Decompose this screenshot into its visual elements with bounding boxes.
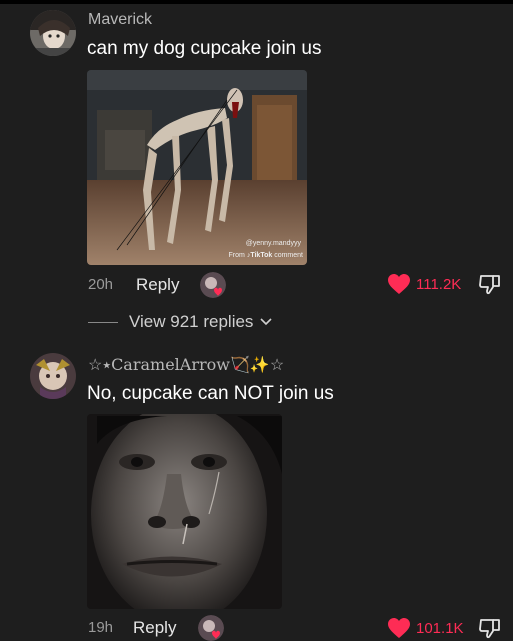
comment-image[interactable]: [87, 414, 282, 609]
username[interactable]: ☆٭CaramelArrow🏹✨☆: [88, 355, 284, 374]
creator-liked-avatar: [198, 615, 224, 641]
avatar[interactable]: [30, 353, 76, 399]
reply-button[interactable]: Reply: [136, 275, 179, 295]
reply-button[interactable]: Reply: [133, 618, 176, 638]
watermark-source: From ♪TikTok comment: [229, 252, 303, 259]
dislike-icon[interactable]: [478, 616, 502, 640]
timestamp: 20h: [88, 276, 114, 293]
comment-maverick: Maverick can my dog cupcake join us @yen…: [0, 0, 513, 340]
creator-liked-avatar: [200, 272, 226, 298]
like-count: 111.2K: [416, 276, 462, 293]
watermark-from: From: [228, 252, 245, 259]
timestamp: 19h: [88, 619, 114, 636]
avatar[interactable]: [30, 10, 76, 56]
replies-divider: [88, 322, 118, 323]
username[interactable]: Maverick: [88, 11, 152, 29]
like-count: 101.1K: [416, 620, 464, 637]
heart-icon[interactable]: [387, 273, 411, 295]
heart-icon[interactable]: [387, 617, 411, 639]
comment-text: No, cupcake can NOT join us: [87, 383, 334, 404]
view-replies-label: View 921 replies: [129, 312, 254, 331]
chevron-down-icon: [260, 312, 272, 332]
dislike-icon[interactable]: [478, 272, 502, 296]
view-replies-button[interactable]: View 921 replies: [129, 312, 272, 332]
watermark-suffix: comment: [274, 252, 303, 259]
comment-text: can my dog cupcake join us: [87, 38, 322, 59]
comment-caramelarrow: ☆٭CaramelArrow🏹✨☆ No, cupcake can NOT jo…: [0, 340, 513, 641]
comment-image[interactable]: @yenny.mandyyy From ♪TikTok comment: [87, 70, 307, 265]
watermark-user: @yenny.mandyyy: [245, 240, 301, 247]
watermark-app: TikTok: [250, 252, 273, 259]
